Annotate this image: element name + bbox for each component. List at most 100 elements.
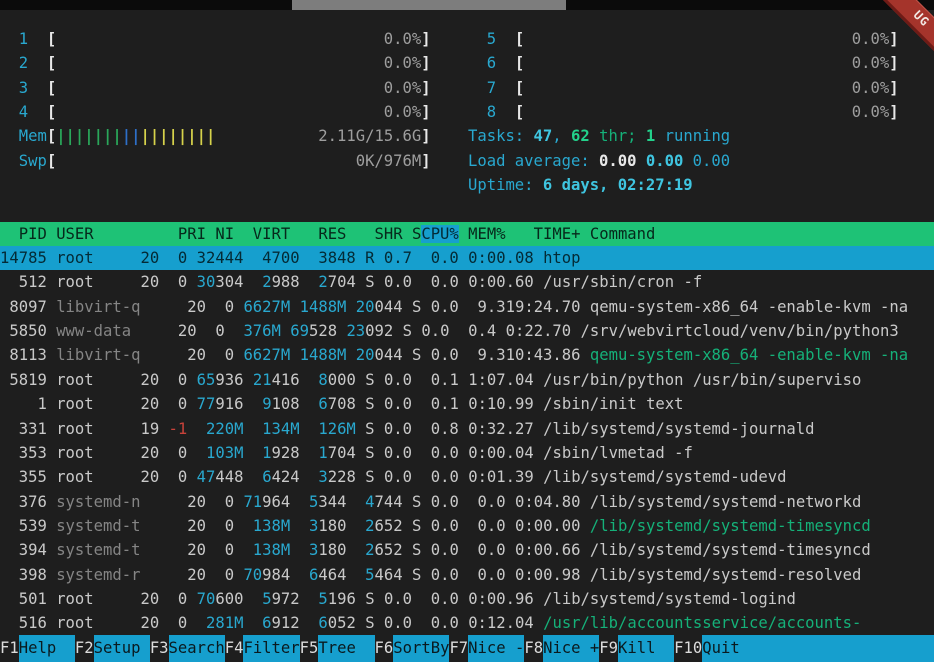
cell-ni: 0: [159, 468, 187, 486]
column-header-mem[interactable]: MEM%: [459, 225, 506, 243]
fnkey-search[interactable]: F3Search: [150, 635, 225, 662]
tasks-summary: running: [655, 127, 730, 145]
cpu-meter-value-7: 0.0%: [524, 79, 889, 97]
cell-ni: 0: [206, 346, 234, 364]
uptime-line: Uptime: 6 days, 02:27:19: [0, 173, 934, 197]
column-header-ni[interactable]: NI: [206, 225, 234, 243]
process-row[interactable]: 8113 libvirt-q 20 0 6627M 1488M 20044 S …: [0, 343, 934, 367]
fnkey-quit[interactable]: F10Quit: [674, 635, 934, 662]
column-header-cpu[interactable]: CPU%: [421, 225, 458, 243]
cell-res: 4700: [243, 249, 299, 267]
cell-res: 1488M: [290, 346, 346, 364]
cell-shr: 464: [375, 566, 403, 584]
cell-pri: 20: [150, 493, 206, 511]
cell-state: S: [356, 371, 375, 389]
cell-gap: [534, 395, 543, 413]
process-row[interactable]: 398 systemd-r 20 0 70984 6464 5464 S 0.0…: [0, 563, 934, 587]
meter-bracket: [: [515, 79, 524, 97]
cell-gap: [94, 468, 103, 486]
fnkey-nice-[interactable]: F7Nice -: [449, 635, 524, 662]
fnkey-key-label: F7: [449, 635, 468, 662]
header-gap: [140, 225, 149, 243]
process-row[interactable]: 512 root 20 0 30304 2988 2704 S 0.0 0.0 …: [0, 270, 934, 294]
cell-res: 21: [243, 371, 271, 389]
process-row[interactable]: 5819 root 20 0 65936 21416 8000 S 0.0 0.…: [0, 368, 934, 392]
cell-pid: 398: [0, 566, 47, 584]
meter-line: 3 [ 0.0%] 7 [ 0.0%]: [0, 76, 934, 100]
cell-time: 0:32.27: [459, 420, 534, 438]
fnkey-kill[interactable]: F9Kill: [599, 635, 674, 662]
cpu-meter-label-8: 8: [468, 103, 515, 121]
cell-shr: 5: [346, 566, 374, 584]
cell-shr: 044: [375, 346, 403, 364]
cell-pid: 5819: [0, 371, 47, 389]
process-row[interactable]: 376 systemd-n 20 0 71964 5344 4744 S 0.0…: [0, 490, 934, 514]
fnkey-action-label: Help: [19, 635, 75, 662]
cell-res: 424: [272, 468, 300, 486]
column-header-shr[interactable]: SHR: [346, 225, 402, 243]
cell-cpu: 0.0: [421, 541, 458, 559]
cell-shr: 704: [328, 444, 356, 462]
cpu-meter-value-6: 0.0%: [524, 54, 889, 72]
cell-time: 0:04.80: [506, 493, 581, 511]
cell-gap: [534, 468, 543, 486]
column-header-user[interactable]: USER: [56, 225, 140, 243]
cell-pid: 353: [0, 444, 47, 462]
fnkey-sortby[interactable]: F6SortBy: [375, 635, 450, 662]
cell-shr: 20: [346, 298, 374, 316]
mem-bar-used: |||||||: [56, 127, 122, 145]
fnkey-key-label: F8: [524, 635, 543, 662]
process-row[interactable]: 1 root 20 0 77916 9108 6708 S 0.0 0.1 0:…: [0, 392, 934, 416]
cpu-meter-value-8: 0.0%: [524, 103, 889, 121]
right-column: 7 [ 0.0%]: [468, 76, 899, 100]
cell-virt: 77: [187, 395, 215, 413]
meter-bracket: [: [47, 152, 56, 170]
fnkey-setup[interactable]: F2Setup: [75, 635, 150, 662]
process-row[interactable]: 331 root 19 -1 220M 134M 126M S 0.0 0.8 …: [0, 417, 934, 441]
column-header-pid[interactable]: PID: [0, 225, 47, 243]
cell-virt: 600: [215, 590, 243, 608]
process-row[interactable]: 14785 root 20 0 32444 4700 3848 R 0.7 0.…: [0, 246, 934, 270]
cell-state: S: [403, 346, 422, 364]
column-header-res[interactable]: RES: [290, 225, 346, 243]
process-row[interactable]: 5850 www-data 20 0 376M 69528 23092 S 0.…: [0, 319, 934, 343]
cell-gap: [534, 590, 543, 608]
cell-virt: 30: [187, 273, 215, 291]
fnkey-filter[interactable]: F4Filter: [225, 635, 300, 662]
cell-time: 0:00.00: [506, 517, 581, 535]
process-row[interactable]: 353 root 20 0 103M 1928 1704 S 0.0 0.0 0…: [0, 441, 934, 465]
process-row[interactable]: 539 systemd-t 20 0 138M 3180 2652 S 0.0 …: [0, 514, 934, 538]
column-header-time[interactable]: TIME+: [506, 225, 581, 243]
meter-bracket: [: [47, 54, 56, 72]
cell-shr: 23: [337, 322, 365, 340]
cell-gap: [47, 420, 56, 438]
fnkey-tree[interactable]: F5Tree: [300, 635, 375, 662]
process-row[interactable]: 355 root 20 0 47448 6424 3228 S 0.0 0.0 …: [0, 465, 934, 489]
column-header-command[interactable]: Command: [590, 225, 934, 243]
fnkey-nice-[interactable]: F8Nice +: [524, 635, 599, 662]
cell-virt: 376M: [225, 322, 281, 340]
column-header-virt[interactable]: VIRT: [234, 225, 290, 243]
load-average: Load average:: [468, 152, 599, 170]
fnkey-key-label: F1: [0, 635, 19, 662]
cell-mem: 0.1: [412, 371, 459, 389]
process-row[interactable]: 394 systemd-t 20 0 138M 3180 2652 S 0.0 …: [0, 538, 934, 562]
mem-meter-value: 2.11G/15.6G: [215, 127, 421, 145]
uptime: Uptime:: [468, 176, 543, 194]
process-row[interactable]: 8097 libvirt-q 20 0 6627M 1488M 20044 S …: [0, 295, 934, 319]
process-row[interactable]: 501 root 20 0 70600 5972 5196 S 0.0 0.0 …: [0, 587, 934, 611]
cell-state: S: [393, 322, 412, 340]
meter-line: 4 [ 0.0%] 8 [ 0.0%]: [0, 100, 934, 124]
toolbar-handle[interactable]: [292, 0, 566, 10]
cell-shr: 2: [346, 541, 374, 559]
fnkey-help[interactable]: F1Help: [0, 635, 75, 662]
cell-state: S: [356, 468, 375, 486]
column-header-pri[interactable]: PRI: [150, 225, 206, 243]
cell-cpu: 0.0: [375, 590, 412, 608]
process-row[interactable]: 516 root 20 0 281M 6912 6052 S 0.0 0.0 0…: [0, 611, 934, 635]
cell-pri: 19: [103, 420, 159, 438]
cell-ni: 0: [159, 590, 187, 608]
cell-mem: 0.0: [459, 541, 506, 559]
column-header-state[interactable]: S: [403, 225, 422, 243]
cell-res: 69: [281, 322, 309, 340]
